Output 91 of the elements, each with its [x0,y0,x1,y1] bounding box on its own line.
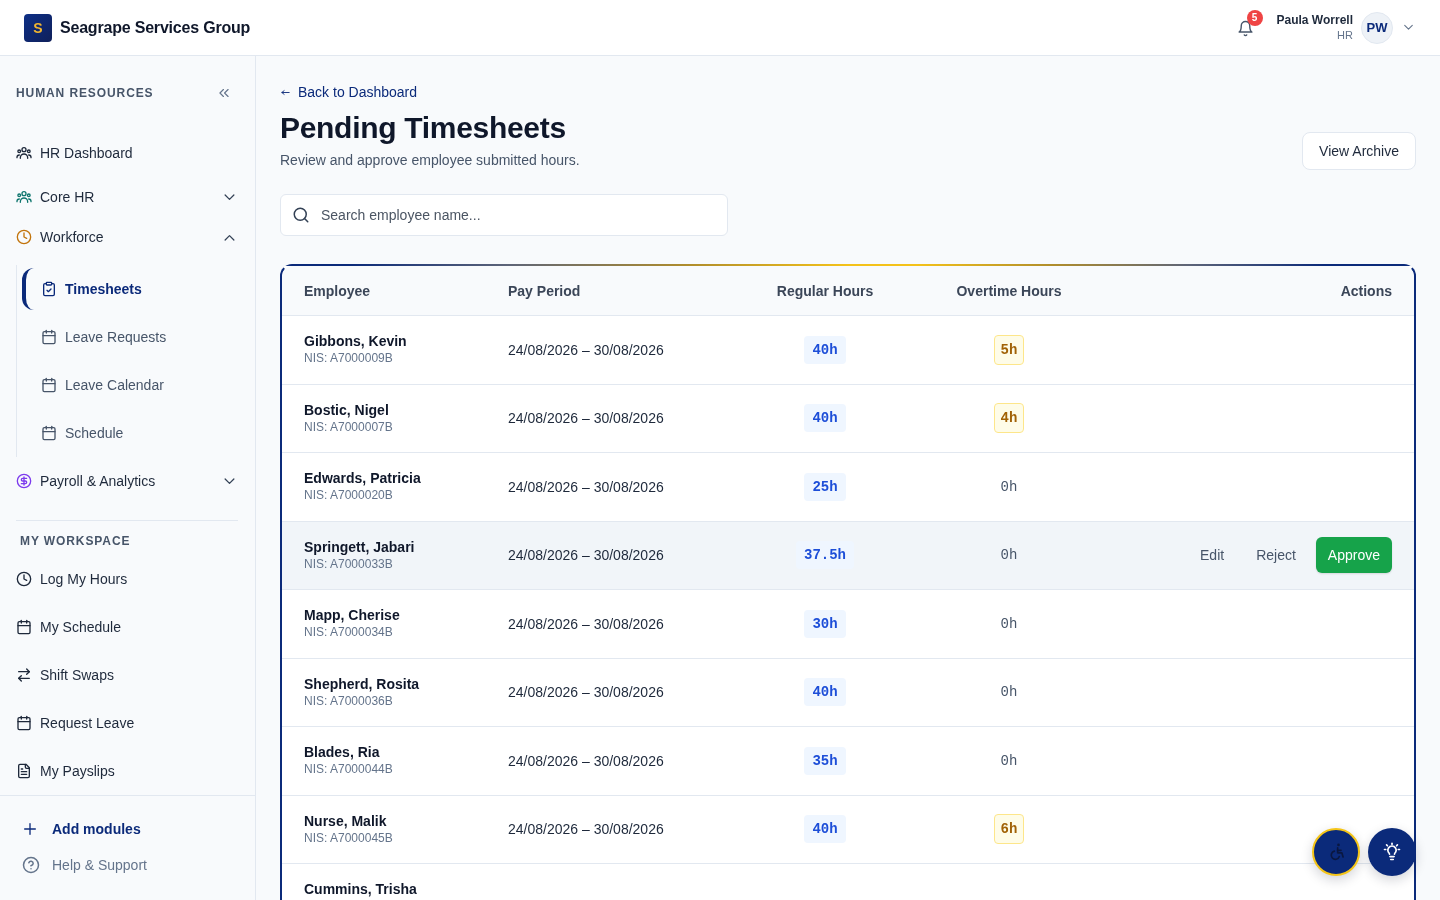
calendar-icon [41,377,57,393]
user-avatar[interactable]: PW [1361,11,1393,44]
column-header: Regular Hours [776,282,874,299]
double-chevron-left-icon[interactable] [217,86,231,100]
brand-logo: S [24,13,52,42]
sidebar-item[interactable]: Workforce [0,217,255,257]
regular-hours-badge: 40h [804,815,846,844]
sidebar-item[interactable]: My Schedule [0,603,255,651]
swap-arrows-icon [16,667,32,683]
sidebar-subitem[interactable]: Leave Calendar [22,364,238,406]
overtime-hours: 0h [1000,547,1018,564]
employee-name: Nurse, Malik [304,812,387,830]
pay-period: 24/08/2026 – 30/08/2026 [508,478,664,495]
employee-name: Springett, Jabari [304,538,415,556]
employee-name: Shepherd, Rosita [304,675,420,693]
overtime-hours-badge: 5h [993,334,1025,365]
regular-hours-badge: 30h [804,609,846,638]
section-heading: MY WORKSPACE [20,533,131,549]
sidebar-item[interactable]: Shift Swaps [0,651,255,699]
employee-name: Gibbons, Kevin [304,333,407,351]
employee-id: NIS: A7000009B [304,351,393,367]
employee-name: Mapp, Cherise [304,607,400,625]
employee-id: NIS: A7000036B [304,693,393,709]
regular-hours-badge: 35h [804,746,846,775]
regular-hours-badge: 25h [804,472,846,501]
calendar-icon [41,425,57,441]
notification-count-badge: 5 [1246,10,1263,26]
pay-period: 24/08/2026 – 30/08/2026 [508,410,664,427]
employee-name: Cummins, Trisha [304,881,417,899]
overtime-hours: 0h [1000,752,1018,769]
pay-period: 24/08/2026 – 30/08/2026 [508,547,664,564]
edit-button[interactable]: Edit [1188,537,1237,574]
regular-hours-badge: 40h [804,404,846,433]
pay-period: 24/08/2026 – 30/08/2026 [508,752,664,769]
pay-period: 24/08/2026 – 30/08/2026 [508,821,664,838]
sidebar-subitem[interactable]: Schedule [22,412,238,454]
clipboard-check-icon [41,281,57,297]
sidebar-item[interactable]: Request Leave [0,699,255,747]
reject-button[interactable]: Reject [1244,537,1308,574]
clock-icon [16,571,32,587]
sidebar-item[interactable]: My Payslips [0,747,255,795]
question-circle-icon [22,856,40,874]
add-modules-button[interactable]: Add modules [22,815,141,843]
employee-id: NIS: A7000044B [304,762,393,778]
employee-name: Edwards, Patricia [304,470,421,488]
document-icon [16,763,32,779]
calendar-icon [41,329,57,345]
bell-icon[interactable] [1236,20,1254,37]
sidebar-subitem[interactable]: Leave Requests [22,316,238,358]
pay-period: 24/08/2026 – 30/08/2026 [508,615,664,632]
employee-name: Blades, Ria [304,744,380,762]
employee-id: NIS: A7000007B [304,419,393,435]
column-header: Actions [1340,282,1392,299]
column-header: Pay Period [508,282,581,299]
sidebar-subitem[interactable]: Timesheets [22,268,238,310]
column-header: Overtime Hours [956,282,1062,299]
regular-hours-badge: 40h [804,335,846,364]
pay-period: 24/08/2026 – 30/08/2026 [508,684,664,701]
sidebar-item[interactable]: Log My Hours [0,555,255,603]
view-archive-button[interactable]: View Archive [1302,132,1416,170]
search-icon [292,206,310,224]
search-field[interactable]: Search employee name... [280,194,728,236]
overtime-hours-badge: 4h [993,403,1025,434]
section-heading: HUMAN RESOURCES [16,86,154,100]
employee-id: NIS: A7000020B [304,488,393,504]
employee-id: NIS: A7000045B [304,830,393,846]
sidebar-item[interactable]: Core HR [0,177,255,217]
lightbulb-icon [1382,842,1402,862]
user-name: Paula Worrell [1276,13,1353,28]
brand-name: Seagrape Services Group [60,18,251,37]
overtime-hours: 0h [1000,478,1018,495]
employee-id: NIS: A7000034B [304,625,393,641]
employee-id: NIS: A7000033B [304,556,393,572]
regular-hours-badge: 37.5h [796,541,854,570]
calendar-icon [16,619,32,635]
pay-period: 24/08/2026 – 30/08/2026 [508,341,664,358]
sidebar-item[interactable]: HR Dashboard [0,133,255,173]
back-link[interactable]: Back to Dashboard [280,82,418,102]
employee-name: Bostic, Nigel [304,401,389,419]
column-header: Employee [304,282,371,299]
sidebar-item[interactable]: Payroll & Analytics [0,461,255,501]
user-role: HR [1337,28,1353,42]
plus-icon [22,821,38,837]
page-title: Pending Timesheets [280,110,566,146]
overtime-hours-badge: 6h [993,814,1025,845]
help-link[interactable]: Help & Support [22,851,147,879]
overtime-hours: 0h [1000,615,1018,632]
page-subtitle: Review and approve employee submitted hours. [280,151,580,170]
regular-hours-badge: 40h [804,678,846,707]
overtime-hours: 0h [1000,684,1018,701]
calendar-icon [16,715,32,731]
